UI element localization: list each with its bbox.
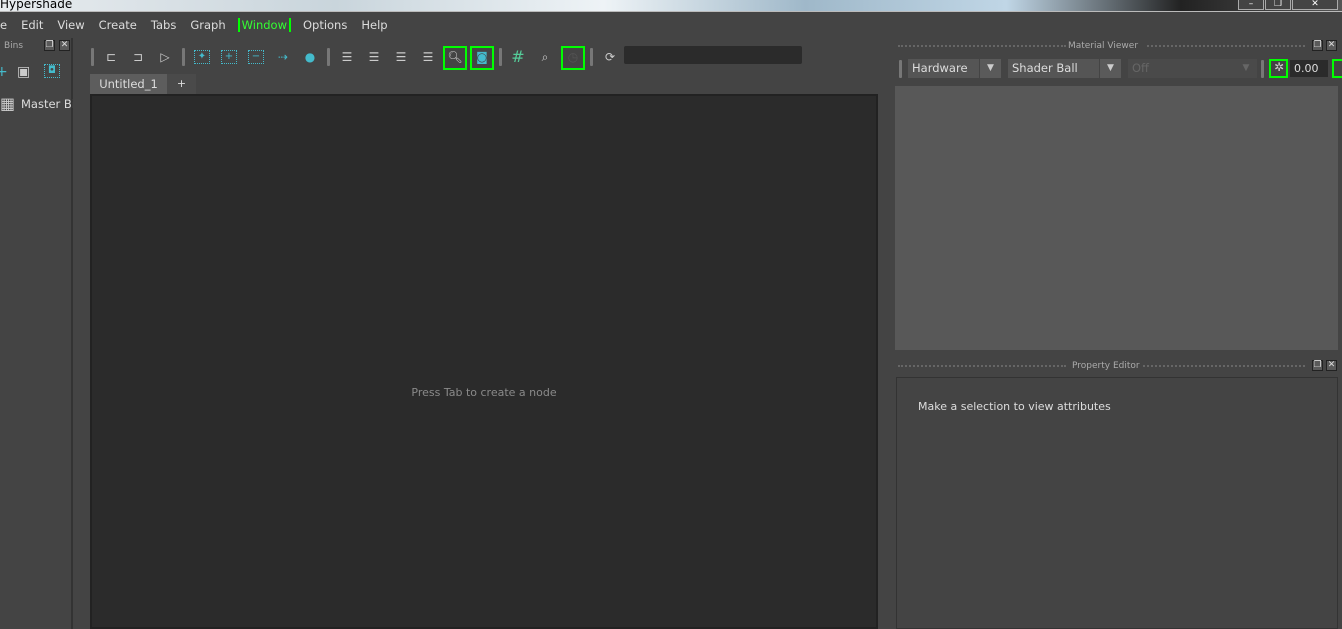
close-button[interactable]: ✕ <box>1292 0 1338 10</box>
graph-network-icon[interactable]: ⇢ <box>275 50 291 64</box>
highlight-box <box>1332 59 1342 78</box>
menu-edit[interactable]: Edit <box>14 18 50 32</box>
menu-help[interactable]: Help <box>354 18 394 32</box>
chevron-down-icon: ▼ <box>1235 59 1257 78</box>
bins-title: Bins <box>4 41 24 51</box>
lighting-value: Off <box>1132 61 1149 75</box>
graph-hint: Press Tab to create a node <box>411 386 557 399</box>
material-viewport[interactable] <box>895 86 1338 350</box>
rearrange-icon[interactable]: ● <box>302 50 318 64</box>
menu-tabs[interactable]: Tabs <box>144 18 183 32</box>
geometry-value: Shader Ball <box>1012 61 1078 75</box>
full-mode-icon[interactable]: ☰ <box>393 50 409 64</box>
float-icon[interactable]: ❐ <box>1312 40 1323 51</box>
refresh-icon[interactable]: ✲ <box>1271 60 1287 74</box>
remove-selected-icon[interactable]: − <box>248 50 264 64</box>
close-icon[interactable]: ✕ <box>1326 360 1337 371</box>
graph-history-icon[interactable]: ◷ <box>565 50 581 64</box>
restore-button[interactable]: ❐ <box>1265 0 1291 10</box>
node-editor-graph[interactable]: Press Tab to create a node <box>90 94 878 629</box>
menu-file[interactable]: e <box>0 18 14 32</box>
toolbar-separator <box>327 48 330 66</box>
bin-box-icon[interactable]: ▣ <box>17 64 30 80</box>
close-icon[interactable]: ✕ <box>1326 40 1337 51</box>
add-tab-button[interactable]: + <box>167 74 196 94</box>
exposure-field[interactable]: 0.00 <box>1290 60 1328 77</box>
add-bin-icon[interactable]: + <box>0 64 8 80</box>
toggle-icon[interactable]: ⟳ <box>602 50 618 64</box>
grid-icon[interactable]: # <box>510 49 526 65</box>
chevron-down-icon: ▼ <box>979 59 1001 78</box>
bins-panel: Bins ❐ ✕ + ▣ ◘ ▦ Master Bin <box>0 38 73 629</box>
minimize-button[interactable]: – <box>1238 0 1264 10</box>
connected-mode-icon[interactable]: ☰ <box>366 50 382 64</box>
toolbar-separator <box>1261 60 1264 78</box>
master-bin[interactable]: Master Bin <box>21 97 73 111</box>
splitter[interactable] <box>878 38 890 629</box>
property-editor-content: Make a selection to view attributes <box>896 377 1338 629</box>
simple-mode-icon[interactable]: ☰ <box>339 50 355 64</box>
tab-untitled-1[interactable]: Untitled_1 <box>90 74 167 94</box>
input-connections-icon[interactable]: ⊏ <box>103 50 119 64</box>
search-input[interactable] <box>624 46 802 64</box>
select-icon[interactable]: ✦ <box>194 50 210 64</box>
float-icon[interactable]: ❐ <box>44 40 55 51</box>
close-icon[interactable]: ✕ <box>59 40 70 51</box>
geometry-dropdown[interactable]: Shader Ball ▼ <box>1008 59 1121 78</box>
drag-handle[interactable] <box>898 365 1066 367</box>
input-output-connections-icon[interactable]: ⊐ <box>130 50 146 64</box>
toolbar-separator <box>182 48 185 66</box>
toolbar-separator <box>590 48 593 66</box>
frame-icon[interactable]: ◙ <box>474 50 490 64</box>
title-bar: Hypershade – ❐ ✕ <box>0 0 1342 12</box>
drag-handle[interactable] <box>1143 365 1305 367</box>
bin-select-icon[interactable]: ◘ <box>44 64 60 78</box>
menu-view[interactable]: View <box>50 18 91 32</box>
drag-handle[interactable] <box>1147 45 1305 47</box>
property-editor-title: Property Editor <box>1072 361 1140 371</box>
material-viewer-title: Material Viewer <box>1068 41 1139 51</box>
menu-options[interactable]: Options <box>296 18 354 32</box>
snap-grid-icon[interactable]: ⌕ <box>537 50 553 64</box>
master-bin-icon: ▦ <box>0 94 16 113</box>
add-selected-icon[interactable]: + <box>221 50 237 64</box>
toolbar-separator <box>899 60 902 78</box>
lighting-dropdown[interactable]: Off ▼ <box>1128 59 1257 78</box>
window-title: Hypershade <box>0 0 73 11</box>
float-icon[interactable]: ❐ <box>1312 360 1323 371</box>
toolbar-separator <box>91 48 94 66</box>
chevron-down-icon: ▼ <box>1099 59 1121 78</box>
menu-window[interactable]: Window <box>237 18 291 32</box>
empty-selection-message: Make a selection to view attributes <box>918 400 1111 413</box>
renderer-dropdown[interactable]: Hardware ▼ <box>908 59 1001 78</box>
custom-mode-icon[interactable]: ☰ <box>420 50 436 64</box>
renderer-value: Hardware <box>912 61 968 75</box>
menu-create[interactable]: Create <box>92 18 144 32</box>
drag-handle[interactable] <box>898 45 1066 47</box>
menu-graph[interactable]: Graph <box>183 18 232 32</box>
menu-bar: e Edit View Create Tabs Graph Window Opt… <box>0 12 1342 38</box>
toolbar-separator <box>499 48 502 66</box>
search-icon[interactable]: 🔍︎ <box>447 50 463 64</box>
output-connections-icon[interactable]: ▷ <box>157 50 173 64</box>
